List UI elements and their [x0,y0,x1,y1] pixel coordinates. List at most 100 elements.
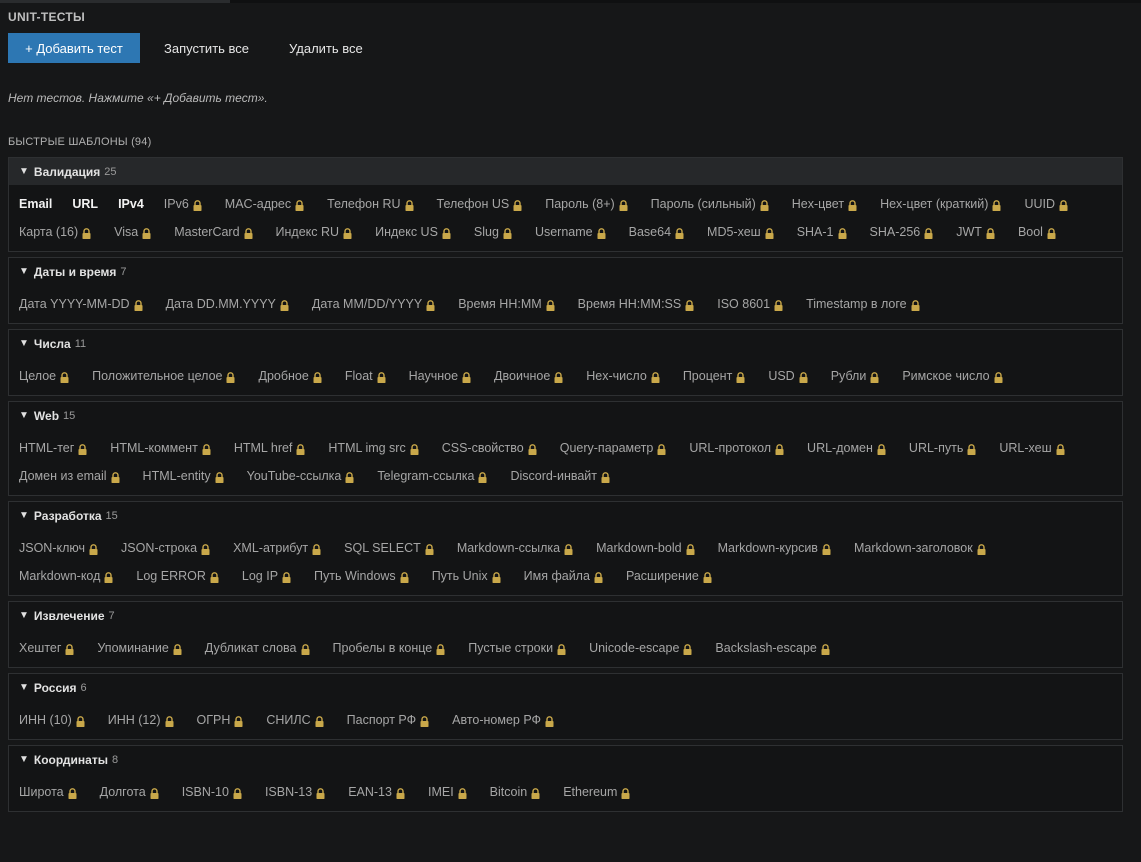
template-chip[interactable]: Рубли [831,362,880,390]
template-chip[interactable]: Упоминание [97,634,182,662]
template-chip[interactable]: Bitcoin [490,778,541,806]
template-chip[interactable]: URL-хеш [999,434,1065,462]
group-header-dates[interactable]: ▼ Даты и время 7 [9,258,1122,285]
template-chip[interactable]: Имя файла [524,562,603,590]
template-chip[interactable]: Log IP [242,562,291,590]
template-chip[interactable]: Username [535,218,606,246]
template-chip[interactable]: CSS-свойство [442,434,537,462]
template-chip[interactable]: IMEI [428,778,467,806]
group-header-dev[interactable]: ▼ Разработка 15 [9,502,1122,529]
template-chip[interactable]: Индекс RU [276,218,353,246]
template-chip[interactable]: ИНН (10) [19,706,85,734]
template-chip[interactable]: Научное [409,362,471,390]
template-chip[interactable]: JWT [956,218,995,246]
template-chip[interactable]: SHA-256 [870,218,934,246]
template-chip[interactable]: UUID [1024,190,1068,218]
template-chip[interactable]: HTML-коммент [110,434,211,462]
template-chip[interactable]: Telegram-ссылка [377,462,487,490]
template-chip[interactable]: Log ERROR [136,562,219,590]
template-chip[interactable]: Дробное [258,362,322,390]
template-chip[interactable]: Дата YYYY-MM-DD [19,290,143,318]
template-chip[interactable]: Римское число [902,362,1003,390]
template-chip[interactable]: HTML img src [328,434,419,462]
template-chip[interactable]: USD [768,362,808,390]
group-header-coords[interactable]: ▼ Координаты 8 [9,746,1122,773]
template-chip[interactable]: Время HH:MM:SS [578,290,695,318]
group-header-web[interactable]: ▼ Web 15 [9,402,1122,429]
template-chip[interactable]: YouTube-ссылка [247,462,355,490]
template-chip[interactable]: EAN-13 [348,778,405,806]
template-chip[interactable]: SHA-1 [797,218,847,246]
template-chip[interactable]: IPv4 [118,190,144,218]
template-chip[interactable]: Путь Unix [432,562,501,590]
delete-all-button[interactable]: Удалить все [273,33,379,63]
run-all-button[interactable]: Запустить все [148,33,265,63]
template-chip[interactable]: Markdown-заголовок [854,534,986,562]
template-chip[interactable]: Домен из email [19,462,120,490]
template-chip[interactable]: Хештег [19,634,74,662]
template-chip[interactable]: JSON-ключ [19,534,98,562]
template-chip[interactable]: Дубликат слова [205,634,310,662]
template-chip[interactable]: ISBN-10 [182,778,242,806]
template-chip[interactable]: Hex-число [586,362,660,390]
template-chip[interactable]: ОГРН [197,706,244,734]
template-chip[interactable]: Положительное целое [92,362,235,390]
template-chip[interactable]: ИНН (12) [108,706,174,734]
template-chip[interactable]: Пробелы в конце [333,634,446,662]
template-chip[interactable]: IPv6 [164,190,202,218]
template-chip[interactable]: JSON-строка [121,534,210,562]
template-chip[interactable]: Путь Windows [314,562,409,590]
add-test-button[interactable]: + Добавить тест [8,33,140,63]
template-chip[interactable]: ISO 8601 [717,290,783,318]
group-header-numbers[interactable]: ▼ Числа 11 [9,330,1122,357]
template-chip[interactable]: Расширение [626,562,712,590]
group-header-russia[interactable]: ▼ Россия 6 [9,674,1122,701]
template-chip[interactable]: Bool [1018,218,1056,246]
template-chip[interactable]: Markdown-ссылка [457,534,573,562]
template-chip[interactable]: Unicode-escape [589,634,692,662]
template-chip[interactable]: Широта [19,778,77,806]
template-chip[interactable]: SQL SELECT [344,534,434,562]
template-chip[interactable]: URL-домен [807,434,886,462]
template-chip[interactable]: Hex-цвет [792,190,857,218]
template-chip[interactable]: Query-параметр [560,434,667,462]
template-chip[interactable]: Timestamp в логе [806,290,920,318]
template-chip[interactable]: Паспорт РФ [347,706,429,734]
template-chip[interactable]: MasterCard [174,218,253,246]
template-chip[interactable]: Процент [683,362,746,390]
template-chip[interactable]: Время HH:MM [458,290,555,318]
template-chip[interactable]: MAC-адрес [225,190,304,218]
group-header-extract[interactable]: ▼ Извлечение 7 [9,602,1122,629]
template-chip[interactable]: Пустые строки [468,634,566,662]
template-chip[interactable]: Целое [19,362,69,390]
template-chip[interactable]: URL-протокол [689,434,784,462]
template-chip[interactable]: URL-путь [909,434,976,462]
template-chip[interactable]: Discord-инвайт [510,462,610,490]
template-chip[interactable]: HTML-entity [143,462,224,490]
template-chip[interactable]: Дата DD.MM.YYYY [166,290,289,318]
template-chip[interactable]: Email [19,190,52,218]
group-header-validation[interactable]: ▼ Валидация 25 [9,158,1122,185]
template-chip[interactable]: URL [72,190,98,218]
template-chip[interactable]: Backslash-escape [715,634,830,662]
template-chip[interactable]: HTML href [234,434,306,462]
template-chip[interactable]: Авто-номер РФ [452,706,554,734]
template-chip[interactable]: Float [345,362,386,390]
template-chip[interactable]: ISBN-13 [265,778,325,806]
template-chip[interactable]: Hex-цвет (краткий) [880,190,1001,218]
template-chip[interactable]: Base64 [629,218,684,246]
template-chip[interactable]: Телефон RU [327,190,414,218]
template-chip[interactable]: Карта (16) [19,218,91,246]
template-chip[interactable]: Долгота [100,778,159,806]
template-chip[interactable]: Slug [474,218,512,246]
template-chip[interactable]: Markdown-курсив [718,534,831,562]
template-chip[interactable]: Markdown-код [19,562,113,590]
template-chip[interactable]: Двоичное [494,362,563,390]
template-chip[interactable]: Телефон US [437,190,523,218]
template-chip[interactable]: Markdown-bold [596,534,695,562]
template-chip[interactable]: СНИЛС [266,706,324,734]
template-chip[interactable]: Дата MM/DD/YYYY [312,290,435,318]
template-chip[interactable]: HTML-тег [19,434,87,462]
template-chip[interactable]: Ethereum [563,778,630,806]
template-chip[interactable]: XML-атрибут [233,534,321,562]
